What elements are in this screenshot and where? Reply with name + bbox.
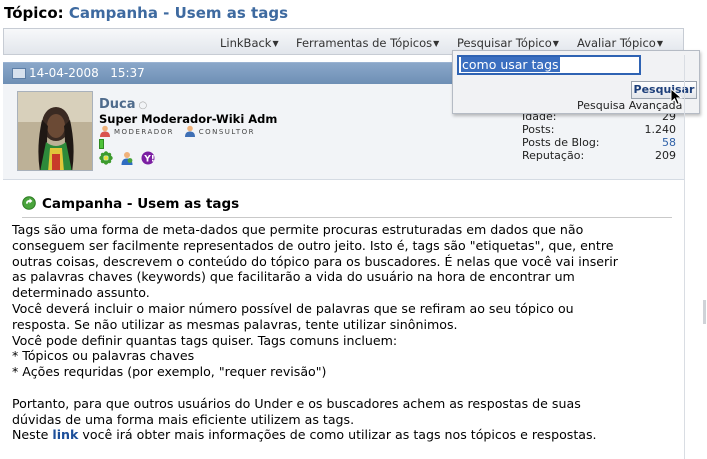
stats-blog-label: Posts de Blog: — [522, 136, 600, 149]
toolbar-linkback-label: LinkBack — [220, 36, 272, 50]
chevron-down-icon: ▼ — [656, 39, 663, 48]
post-line: * Ações requridas (por exemplo, "requer … — [12, 364, 327, 380]
post-title-icon — [22, 196, 36, 210]
search-submit-button[interactable]: Pesquisar — [631, 81, 697, 99]
info-link[interactable]: link — [52, 427, 78, 442]
post-icon — [12, 68, 26, 79]
consultant-badge: CONSULTOR — [184, 125, 255, 137]
stats-posts-value: 1.240 — [644, 123, 677, 136]
avatar[interactable] — [17, 91, 93, 171]
post-link-prefix: Neste — [12, 427, 53, 443]
avatar-image — [18, 92, 92, 170]
toolbar-linkback[interactable]: LinkBack▼ — [220, 36, 279, 50]
user-rank: Super Moderador-Wiki Adm — [99, 112, 278, 126]
scrollbar-thumb[interactable] — [703, 300, 706, 324]
post-line: conseguem ser facilmente representados d… — [12, 237, 614, 253]
consultant-badge-label: CONSULTOR — [198, 128, 256, 136]
advanced-search-link[interactable]: Pesquisa Avançada — [577, 99, 682, 112]
post-line: dúvidas de uma forma mais eficiente util… — [12, 411, 355, 427]
page-title-topic: Campanha - Usem as tags — [68, 4, 288, 22]
post-line: Portanto, para que outros usuários do Un… — [12, 395, 581, 411]
post-body: Tags são uma forma de meta-dados que per… — [12, 222, 682, 443]
search-thread-input-value: como usar tags — [461, 57, 560, 72]
stats-blog-link[interactable]: 58 — [662, 136, 676, 149]
stats-rep-value: 209 — [655, 149, 676, 162]
page-title-prefix: Tópico: — [4, 4, 64, 22]
post-line: outras coisas, descrevem o conteúdo do t… — [12, 253, 618, 269]
title-divider — [22, 217, 672, 218]
chevron-down-icon: ▼ — [433, 39, 440, 48]
offline-status-icon: ○ — [138, 100, 148, 111]
mouse-cursor-icon — [670, 88, 683, 106]
post-line: Você deverá incluir o maior número possí… — [12, 300, 574, 316]
post-line-with-link: Neste link você irá obter mais informaçõ… — [12, 427, 682, 443]
post-line: * Tópicos ou palavras chaves — [12, 348, 195, 364]
post-line: Tags são uma forma de meta-dados que per… — [12, 222, 584, 237]
icq-icon[interactable] — [99, 150, 113, 165]
contact-icons: Y! — [99, 150, 158, 165]
post-line: resposta. Se não utilizar as mesmas pala… — [12, 316, 458, 332]
post-header-bar: 14-04-2008 15:37 — [3, 62, 453, 84]
username-text: Duca — [99, 97, 136, 112]
user-badges: MODERADOR CONSULTOR — [99, 125, 261, 137]
post-date-value: 14-04-2008 — [29, 66, 99, 80]
moderator-badge: MODERADOR — [99, 125, 174, 137]
post-title: Campanha - Usem as tags — [22, 196, 239, 212]
toolbar-search-thread-label: Pesquisar Tópico — [457, 36, 552, 50]
toolbar-thread-tools-label: Ferramentas de Tópicos — [296, 36, 433, 50]
consultant-icon — [184, 125, 195, 137]
post-blank-line — [12, 380, 682, 396]
msn-icon[interactable] — [120, 151, 134, 165]
chevron-down-icon: ▼ — [552, 39, 559, 48]
post-line: as palavras chaves (keywords) que facili… — [12, 269, 575, 285]
yahoo-icon[interactable]: Y! — [141, 151, 155, 165]
page-title: Tópico: Campanha - Usem as tags — [4, 4, 288, 22]
stats-row-blog-posts: Posts de Blog: 58 — [522, 136, 676, 149]
stats-row-reputation: Reputação: 209 — [522, 149, 676, 162]
stats-row-posts: Posts: 1.240 — [522, 123, 676, 136]
search-thread-input[interactable]: como usar tags — [457, 55, 641, 75]
content-divider — [684, 55, 685, 459]
moderator-badge-label: MODERADOR — [114, 128, 174, 136]
toolbar-rate-thread[interactable]: Avaliar Tópico▼ — [577, 36, 663, 50]
toolbar-thread-tools[interactable]: Ferramentas de Tópicos▼ — [296, 36, 439, 50]
post-date: 14-04-2008 15:37 — [29, 66, 145, 80]
moderator-icon — [100, 125, 110, 137]
svg-text:Y!: Y! — [143, 154, 155, 164]
post-title-text: Campanha - Usem as tags — [42, 196, 240, 212]
post-link-suffix: você irá obter mais informações de como … — [78, 427, 597, 443]
post-line: determinado assunto. — [12, 285, 150, 301]
toolbar-rate-thread-label: Avaliar Tópico — [577, 36, 656, 50]
reputation-bar — [99, 139, 104, 149]
toolbar-search-thread[interactable]: Pesquisar Tópico▼ — [457, 36, 559, 50]
chevron-down-icon: ▼ — [272, 39, 279, 48]
post-line: Você pode definir quantas tags quiser. T… — [12, 332, 398, 348]
stats-posts-label: Posts: — [522, 123, 555, 136]
stats-rep-label: Reputação: — [522, 149, 585, 162]
search-thread-dropdown: como usar tags Pesquisar Pesquisa Avança… — [452, 50, 700, 114]
username[interactable]: Duca ○ — [99, 97, 147, 112]
post-time-value: 15:37 — [110, 66, 145, 80]
